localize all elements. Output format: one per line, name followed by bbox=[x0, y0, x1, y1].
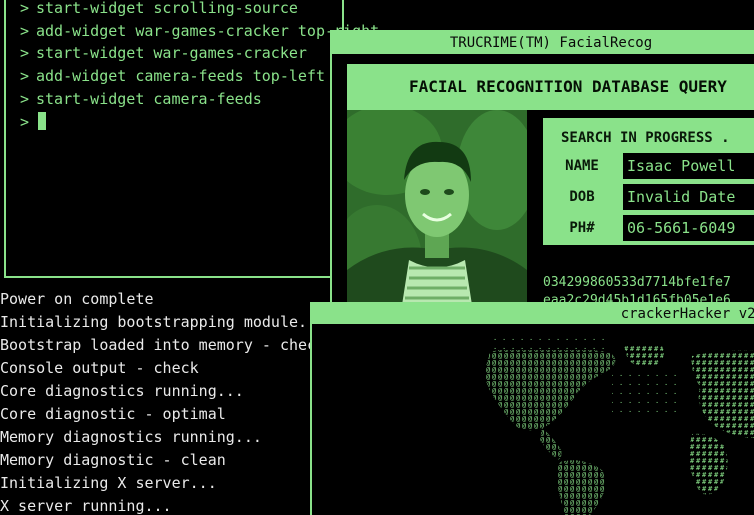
prompt-symbol: > bbox=[20, 44, 30, 62]
command-text: start-widget camera-feeds bbox=[36, 90, 262, 108]
prompt-symbol: > bbox=[20, 90, 30, 108]
command-history-line: > start-widget war-games-cracker bbox=[20, 42, 307, 64]
boot-log-line: Initializing X server... bbox=[0, 474, 217, 492]
boot-log-line: Core diagnostics running... bbox=[0, 382, 244, 400]
command-input-line[interactable]: > bbox=[20, 111, 46, 133]
boot-log-line: Power on complete bbox=[0, 290, 154, 308]
prompt-symbol: > bbox=[20, 0, 30, 17]
command-terminal[interactable]: > start-widget scrolling-source > add-widg… bbox=[4, 0, 379, 278]
command-history-line: > add-widget camera-feeds top-left bbox=[20, 65, 325, 87]
name-label: NAME bbox=[565, 158, 599, 174]
suspect-face-photo bbox=[347, 110, 527, 304]
query-panel: SEARCH IN PROGRESS . NAME Isaac Powell D… bbox=[543, 118, 754, 245]
prompt-symbol: > bbox=[20, 22, 30, 40]
command-text: start-widget scrolling-source bbox=[36, 0, 298, 17]
dob-value: Invalid Date bbox=[623, 184, 754, 210]
command-text: add-widget camera-feeds top-left bbox=[36, 67, 325, 85]
command-history-line: > start-widget scrolling-source bbox=[20, 0, 298, 19]
command-history-line: > add-widget war-games-cracker top-right bbox=[20, 20, 379, 42]
boot-log: Power on complete Initializing bootstrap… bbox=[0, 288, 330, 515]
command-text: add-widget war-games-cracker top-right bbox=[36, 22, 380, 40]
boot-log-line: Console output - check bbox=[0, 359, 199, 377]
boot-log-line: Memory diagnostic - clean bbox=[0, 451, 226, 469]
boot-log-line: X server running... bbox=[0, 497, 172, 515]
face-photo-art bbox=[347, 110, 527, 304]
boot-log-line: Core diagnostic - optimal bbox=[0, 405, 226, 423]
phone-value: 06-5661-6049 bbox=[623, 215, 754, 241]
desktop: > start-widget scrolling-source > add-widg… bbox=[0, 0, 754, 515]
phone-label: PH# bbox=[569, 220, 595, 236]
hash-line: 034299860533d7714bfe1fe7 bbox=[543, 275, 731, 290]
boot-log-line: Bootstrap loaded into memory - check bbox=[0, 336, 326, 354]
search-status: SEARCH IN PROGRESS . bbox=[561, 130, 730, 146]
ascii-map-svg: @ # . bbox=[484, 336, 754, 515]
cracker-hacker-titlebar[interactable]: crackerHacker v2. bbox=[312, 304, 754, 324]
prompt-symbol: > bbox=[20, 113, 30, 131]
facial-recog-titlebar[interactable]: TRUCRIME(TM) FacialRecog bbox=[332, 32, 754, 54]
command-history-line: > start-widget camera-feeds bbox=[20, 88, 262, 110]
prompt-symbol: > bbox=[20, 67, 30, 85]
boot-log-line: Memory diagnostics running... bbox=[0, 428, 262, 446]
name-value: Isaac Powell bbox=[623, 153, 754, 179]
command-text: start-widget war-games-cracker bbox=[36, 44, 307, 62]
dob-label: DOB bbox=[569, 189, 595, 205]
ascii-world-map: @ # . bbox=[312, 324, 754, 515]
cracker-hacker-window[interactable]: crackerHacker v2. @ # . bbox=[310, 302, 754, 515]
facial-recog-window[interactable]: TRUCRIME(TM) FacialRecog FACIAL RECOGNIT… bbox=[330, 30, 754, 306]
text-cursor bbox=[38, 112, 46, 130]
boot-log-line: Initializing bootstrapping module... bbox=[0, 313, 326, 331]
facial-query-header: FACIAL RECOGNITION DATABASE QUERY bbox=[347, 64, 754, 110]
